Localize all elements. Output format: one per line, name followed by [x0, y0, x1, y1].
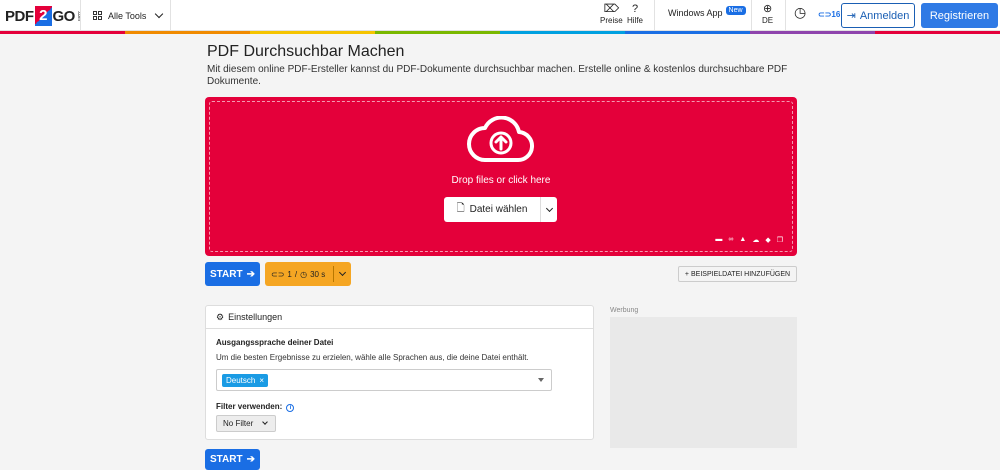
ad-placeholder — [610, 317, 797, 448]
settings-panel: ⚙ Einstellungen Ausgangssprache deiner D… — [205, 305, 594, 440]
language-chip-deutsch: Deutsch × — [222, 374, 269, 387]
plus-icon: + — [684, 270, 690, 278]
onedrive-icon[interactable]: ☁ — [752, 236, 759, 244]
choose-file-dropdown[interactable] — [541, 204, 557, 212]
register-button[interactable]: Registrieren — [921, 3, 998, 28]
clock-icon: ◷ — [300, 269, 308, 279]
windows-app-link[interactable]: Windows App New — [668, 5, 746, 18]
header-divider — [170, 0, 171, 31]
source-language-label: Ausgangssprache deiner Datei — [216, 338, 334, 347]
header-color-strip — [0, 31, 1000, 34]
choose-file-main[interactable]: 🗋 Datei wählen — [444, 197, 541, 222]
ad-label: Werbung — [610, 307, 639, 314]
start-button-bottom[interactable]: START ➔ — [205, 449, 260, 470]
pdf2go-logo[interactable]: PDF 2 GO .com — [5, 5, 82, 27]
folder-icon[interactable]: ▬ — [715, 236, 722, 244]
chevron-down-icon — [262, 419, 269, 425]
chevron-down-icon — [338, 268, 347, 277]
arrow-right-icon: ➔ — [246, 454, 255, 465]
coin-icon: ⊂⊃ — [818, 10, 832, 19]
coin-icon: ⊂⊃ — [271, 269, 285, 279]
question-circle-icon: ? — [631, 3, 639, 15]
history-button[interactable]: ◷ — [794, 4, 807, 20]
arrow-right-icon: ➔ — [246, 268, 255, 280]
header-divider — [80, 0, 81, 31]
filter-select[interactable]: No Filter — [216, 415, 276, 432]
remove-chip-icon[interactable]: × — [259, 376, 264, 385]
google-drive-icon[interactable]: ▲ — [739, 236, 746, 244]
caret-down-icon — [538, 378, 544, 382]
help-link[interactable]: ? Hilfe — [627, 3, 643, 25]
header-divider — [785, 0, 786, 31]
chevron-down-icon — [155, 9, 164, 19]
new-badge: New — [725, 5, 746, 15]
prices-link[interactable]: ⌦ Preise — [600, 3, 623, 25]
clipboard-icon[interactable]: ❐ — [777, 236, 783, 244]
all-tools-menu[interactable]: Alle Tools — [93, 0, 164, 31]
tag-icon: ⌦ — [603, 3, 620, 15]
page-title: PDF Durchsuchbar Machen — [207, 43, 405, 60]
clock-history-icon: ◷ — [794, 4, 807, 20]
sign-in-icon: ⇥ — [846, 10, 856, 22]
header-divider — [751, 0, 752, 31]
source-language-description: Um die besten Ergebnisse zu erzielen, wä… — [216, 353, 529, 362]
language-selector[interactable]: ⊕ DE — [762, 3, 773, 25]
start-button[interactable]: START ➔ — [205, 262, 260, 286]
file-limit-main: ⊂⊃ 1 / ◷ 30 s — [265, 266, 334, 282]
grid-icon — [93, 11, 102, 20]
login-button[interactable]: ⇥ Anmelden — [841, 3, 915, 28]
link-icon[interactable]: ∞ — [728, 236, 733, 244]
credits-counter[interactable]: ⊂⊃16 — [818, 10, 840, 19]
info-icon[interactable]: i — [286, 404, 295, 412]
globe-icon: ⊕ — [762, 3, 773, 15]
filter-label: Filter verwenden: i — [216, 402, 295, 412]
file-dropzone[interactable]: Drop files or click here 🗋 Datei wählen … — [205, 97, 797, 256]
source-language-select[interactable]: Deutsch × — [216, 369, 552, 391]
choose-file-button[interactable]: 🗋 Datei wählen — [444, 197, 557, 222]
upload-source-icons: ▬ ∞ ▲ ☁ ◆ ❐ — [715, 236, 783, 244]
top-header: PDF 2 GO .com Alle Tools ⌦ Preise ? Hilfe W… — [0, 0, 1000, 31]
header-divider — [654, 0, 655, 31]
page-subtitle: Mit diesem online PDF-Ersteller kannst d… — [207, 64, 788, 87]
settings-header: ⚙ Einstellungen — [206, 306, 593, 329]
chevron-down-icon — [545, 204, 553, 212]
dropzone-text: Drop files or click here — [451, 175, 551, 186]
add-sample-file-button[interactable]: + BEISPIELDATEI HINZUFÜGEN — [678, 266, 797, 282]
cloud-upload-icon — [467, 116, 535, 163]
file-limit-dropdown[interactable] — [334, 268, 351, 277]
gears-icon: ⚙ — [216, 311, 225, 322]
dropbox-icon[interactable]: ◆ — [765, 236, 770, 244]
file-limit-info[interactable]: ⊂⊃ 1 / ◷ 30 s — [265, 262, 351, 286]
file-icon: 🗋 — [456, 203, 465, 214]
